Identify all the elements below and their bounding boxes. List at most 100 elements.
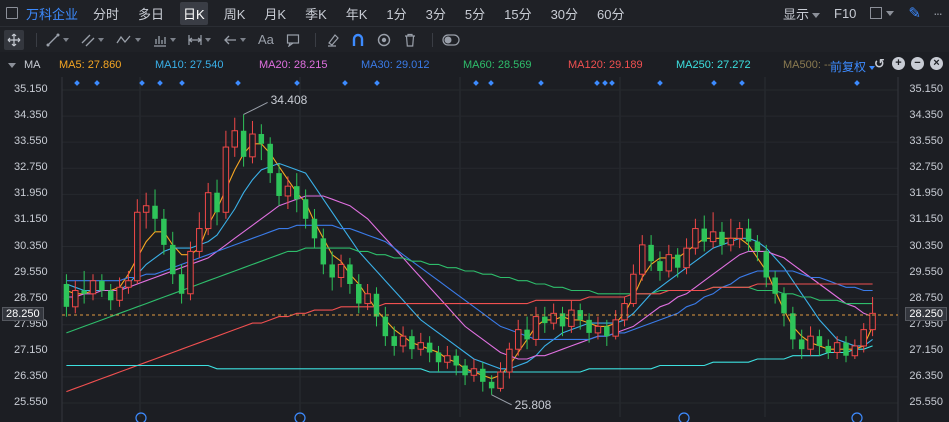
price-tick-label: 29.550 [909,265,943,278]
ma-legend-item[interactable]: MA120: 29.189 [568,59,643,71]
trash-icon[interactable] [400,30,420,50]
chevron-down-icon[interactable] [886,10,895,16]
arrow-left-icon[interactable] [220,30,249,50]
ma-legend-item[interactable]: MA500: -- [783,59,831,71]
toolbar-divider [36,32,37,47]
candle-body [506,348,513,373]
candle-body [276,173,282,196]
period-tab[interactable]: 月K [261,2,289,25]
period-tab[interactable]: 30分 [548,2,581,25]
candle-body [196,228,203,252]
kline-plot[interactable] [0,77,949,422]
candle-body [630,273,637,305]
ma-legend: MA MA5: 27.860 MA10: 27.540 MA20: 28.215 MA… [0,53,949,77]
candle-body [462,365,468,376]
candle-body [869,312,876,331]
ma-legend-item[interactable]: MA30: 29.012 [361,59,430,71]
candle-body [657,261,663,271]
f10-button[interactable]: F10 [834,6,856,21]
period-tab[interactable]: 日K [180,1,208,25]
period-tab[interactable]: 5分 [462,2,488,25]
candle-body [231,130,238,148]
period-tab[interactable]: 季K [302,2,330,25]
price-tick-label: 31.150 [909,213,943,226]
candle-body [709,231,717,243]
period-tab[interactable]: 1分 [383,2,409,25]
wave-icon[interactable] [113,30,144,50]
collapse-icon[interactable] [8,62,16,68]
price-tick-label: 26.350 [14,369,48,382]
ma-legend-item[interactable]: MA60: 28.569 [463,59,532,71]
period-tab[interactable]: 分时 [90,2,122,25]
magnet-icon[interactable] [348,30,368,50]
candle-body [204,192,212,230]
candle-body [612,319,619,337]
range-icon[interactable] [185,30,214,50]
price-tick-label: 25.550 [909,396,943,408]
chart-tool-icon[interactable] [150,30,179,50]
kline-chart[interactable]: 35.150 35.150 34.350 34.350 33.550 33.550 32.7… [0,77,949,422]
channel-icon[interactable] [78,30,107,50]
toggle-icon[interactable] [439,30,463,50]
adjust-dropdown[interactable]: 前复权 [830,58,875,75]
undo-icon[interactable]: ↺ [873,57,886,70]
pen-icon[interactable]: ✎ [908,4,921,22]
candle-body [790,313,796,340]
candle-body [781,293,787,314]
event-marker-icon [473,80,479,86]
candle-body [391,336,397,346]
candle-body [701,228,708,242]
add-icon[interactable]: + [892,57,905,70]
candle-body [249,133,256,158]
close-icon[interactable]: × [930,57,943,70]
eraser-icon[interactable] [322,30,342,50]
high-callout-line [243,102,268,115]
candle-body [302,199,309,219]
period-tab[interactable]: 15分 [501,2,534,25]
display-dropdown[interactable]: 显示 [783,4,820,23]
candle-body [116,286,123,301]
candle-body [364,293,371,305]
price-tick-label: 29.550 [14,265,48,278]
period-tab[interactable]: 60分 [594,2,627,25]
stock-name[interactable]: 万科企业 [26,4,78,23]
candle-body [692,228,699,249]
ma-legend-item[interactable]: MA10: 27.540 [155,59,224,71]
event-marker-icon [854,80,860,86]
period-tab[interactable]: 周K [221,2,249,25]
price-tick-label: 32.750 [14,161,48,174]
candle-body [674,254,681,268]
line-icon[interactable] [43,30,72,50]
ma-legend-item[interactable]: MA250: 27.272 [676,59,751,71]
note-icon[interactable] [283,30,303,50]
remove-icon[interactable]: − [911,57,924,70]
candle-body [586,319,592,333]
period-tab[interactable]: 多日 [135,2,167,25]
ma-label[interactable]: MA [24,59,41,71]
move-icon[interactable] [4,29,24,50]
candle-body [665,254,673,272]
candle-body [187,250,194,295]
checkbox-icon[interactable] [870,7,883,19]
period-tab[interactable]: 3分 [423,2,449,25]
window-icon[interactable] [6,7,18,19]
candle-body [161,218,167,245]
candle-body [638,244,646,275]
candle-body [81,290,87,294]
ma-line-ma250 [66,345,873,373]
text-icon[interactable]: Aa [255,30,277,50]
candle-body [816,336,823,346]
more-icon[interactable]: ··· [933,5,943,21]
candle-body [63,283,70,307]
candle-body [125,280,132,288]
ma-legend-item[interactable]: MA20: 28.215 [259,59,328,71]
ma-legend-item[interactable]: MA5: 27.860 [59,59,121,71]
price-tick-label: 27.150 [14,343,48,356]
price-tick-label: 31.150 [14,213,48,226]
candle-body [745,228,752,242]
price-tick-label: 35.150 [909,83,943,95]
period-tab[interactable]: 年K [343,2,371,25]
candle-body [152,205,158,219]
candle-body [763,251,770,278]
eye-icon[interactable] [374,30,394,50]
